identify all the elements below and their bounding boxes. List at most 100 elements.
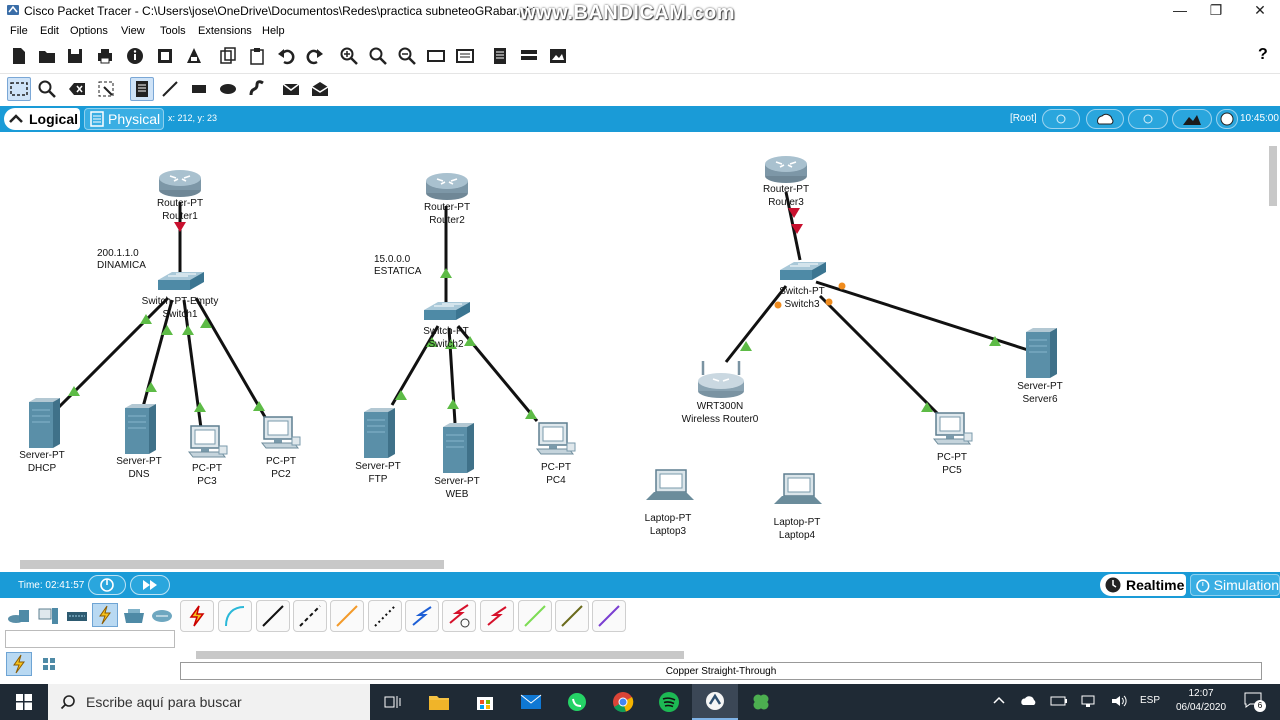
pc5-icon[interactable]	[933, 412, 973, 445]
router3-icon[interactable]	[764, 155, 808, 184]
add-simple-pdu-icon[interactable]	[279, 77, 303, 101]
miscellaneous-icon[interactable]	[121, 604, 147, 628]
menu-edit[interactable]: Edit	[40, 25, 59, 37]
multiple-connections-icon[interactable]	[36, 652, 62, 676]
note-dinamica[interactable]: 200.1.1.0 DINAMICA	[97, 248, 146, 272]
onedrive-icon[interactable]	[1020, 694, 1038, 713]
laptop3-icon[interactable]	[645, 469, 695, 501]
packet-tracer-taskbar-icon[interactable]	[692, 684, 738, 720]
drawing-palette-icon[interactable]	[424, 44, 448, 68]
menu-file[interactable]: File	[10, 25, 28, 37]
chrome-icon[interactable]	[600, 684, 646, 720]
menu-tools[interactable]: Tools	[160, 25, 186, 37]
ftp-server-icon[interactable]	[363, 407, 396, 459]
maximize-button[interactable]: ❐	[1196, 2, 1236, 20]
pc3-icon[interactable]	[188, 425, 228, 458]
canvas-horizontal-scrollbar[interactable]	[10, 558, 1266, 570]
help-icon[interactable]: ?	[1258, 46, 1268, 64]
minimize-button[interactable]: —	[1160, 2, 1200, 20]
new-cluster-icon[interactable]	[1086, 109, 1124, 129]
file-explorer-icon[interactable]	[416, 684, 462, 720]
zoom-in-icon[interactable]	[337, 44, 361, 68]
laptop4-icon[interactable]	[773, 473, 823, 505]
spotify-icon[interactable]	[646, 684, 692, 720]
pc4-icon[interactable]	[536, 422, 576, 455]
pc2-icon[interactable]	[261, 416, 301, 449]
menu-help[interactable]: Help	[262, 25, 285, 37]
action-center-icon[interactable]: 6	[1244, 692, 1266, 712]
copy-icon[interactable]	[216, 44, 240, 68]
canvas-vertical-scrollbar[interactable]	[1266, 132, 1280, 558]
cable-phone-icon[interactable]	[368, 600, 402, 632]
draw-line-icon[interactable]	[158, 77, 182, 101]
scrollbar-thumb[interactable]	[20, 560, 444, 569]
web-server-icon[interactable]	[442, 422, 475, 474]
viewport-clock-icon[interactable]	[1216, 109, 1238, 129]
connections-icon[interactable]	[92, 603, 118, 627]
whatsapp-icon[interactable]	[554, 684, 600, 720]
place-note-icon[interactable]	[130, 77, 154, 101]
components-icon[interactable]	[64, 604, 90, 628]
multiuser-connection-icon[interactable]	[149, 604, 175, 628]
open-folder-icon[interactable]	[35, 44, 59, 68]
router1-icon[interactable]	[158, 169, 202, 198]
activity-wizard-icon[interactable]	[182, 44, 206, 68]
task-view-icon[interactable]	[370, 684, 416, 720]
volume-icon[interactable]	[1110, 694, 1128, 713]
cable-octal-icon[interactable]	[518, 600, 552, 632]
mail-icon[interactable]	[508, 684, 554, 720]
show-hidden-icons-icon[interactable]	[992, 694, 1006, 713]
cable-iot-icon[interactable]	[555, 600, 589, 632]
select-icon[interactable]	[7, 77, 31, 101]
switch3-icon[interactable]	[779, 261, 827, 281]
system-clock[interactable]: 12:07 06/04/2020	[1170, 687, 1232, 715]
battery-icon[interactable]	[1050, 694, 1068, 713]
add-complex-pdu-icon[interactable]	[308, 77, 332, 101]
cable-coaxial-icon[interactable]	[405, 600, 439, 632]
print-icon[interactable]	[93, 44, 117, 68]
tab-logical[interactable]: Logical	[4, 108, 80, 130]
palette-horizontal-scrollbar[interactable]	[180, 650, 1262, 660]
cable-auto-connection-icon[interactable]	[180, 600, 214, 632]
end-devices-icon[interactable]	[35, 604, 61, 628]
cable-console-icon[interactable]	[218, 600, 252, 632]
power-cycle-icon[interactable]	[88, 575, 126, 595]
simulation-mode-tab[interactable]: Simulation	[1190, 574, 1280, 596]
connections-subcategory-icon[interactable]	[6, 652, 32, 676]
taskbar-search[interactable]: Escribe aquí para buscar	[48, 684, 370, 720]
inspect-icon[interactable]	[35, 77, 59, 101]
dns-server-icon[interactable]	[124, 403, 157, 455]
switch1-icon[interactable]	[157, 271, 205, 291]
draw-rectangle-icon[interactable]	[187, 77, 211, 101]
dhcp-server-icon[interactable]	[28, 397, 61, 449]
menu-options[interactable]: Options	[70, 25, 108, 37]
notes-icon[interactable]	[488, 44, 512, 68]
microsoft-store-icon[interactable]	[462, 684, 508, 720]
menu-extensions[interactable]: Extensions	[198, 25, 252, 37]
scrollbar-thumb[interactable]	[196, 651, 684, 659]
cable-fiber-icon[interactable]	[330, 600, 364, 632]
zoom-out-icon[interactable]	[395, 44, 419, 68]
logical-workspace-canvas[interactable]: 200.1.1.0 DINAMICA 15.0.0.0 ESTATICA Rou…	[0, 132, 1280, 572]
network-info-icon[interactable]	[153, 44, 177, 68]
note-estatica[interactable]: 15.0.0.0 ESTATICA	[374, 254, 421, 278]
redo-icon[interactable]	[303, 44, 327, 68]
undo-icon[interactable]	[274, 44, 298, 68]
windows-start-icon[interactable]	[0, 684, 48, 720]
router2-icon[interactable]	[425, 172, 469, 201]
viewport-icon[interactable]	[546, 44, 570, 68]
close-button[interactable]: ✕	[1240, 2, 1280, 20]
fast-forward-icon[interactable]	[130, 575, 170, 595]
input-language[interactable]: ESP	[1140, 695, 1160, 706]
cable-copper-cross-over-icon[interactable]	[293, 600, 327, 632]
switch2-icon[interactable]	[423, 301, 471, 321]
navigation-icon[interactable]	[1042, 109, 1080, 129]
clover-app-icon[interactable]	[738, 684, 784, 720]
delete-icon[interactable]	[65, 77, 89, 101]
cable-copper-straight-through-icon[interactable]	[256, 600, 290, 632]
network-devices-icon[interactable]	[6, 604, 32, 628]
wireless-router0-icon[interactable]	[696, 359, 746, 400]
menu-view[interactable]: View	[121, 25, 145, 37]
cable-serial-dte-icon[interactable]	[480, 600, 514, 632]
draw-ellipse-icon[interactable]	[216, 77, 240, 101]
